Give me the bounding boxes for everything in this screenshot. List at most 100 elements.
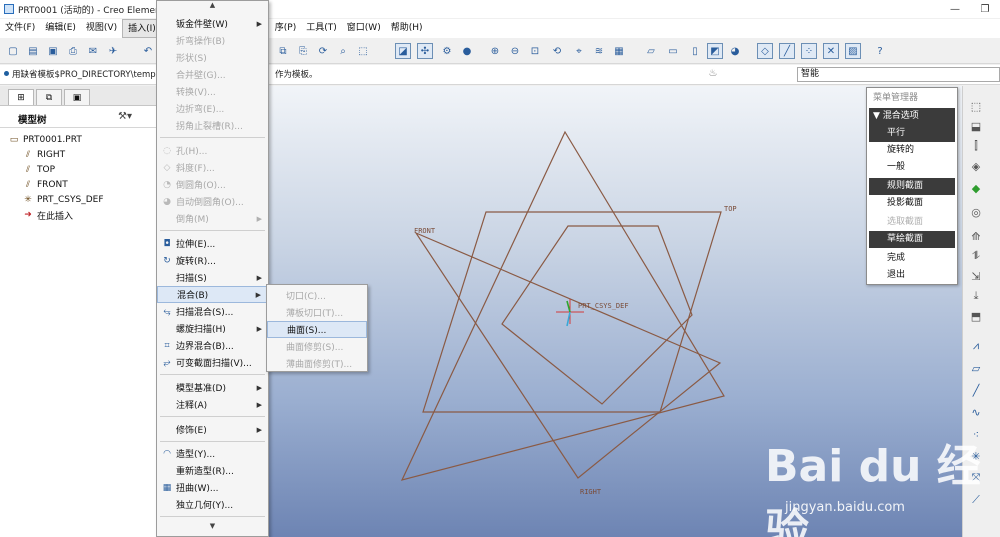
option-rotational[interactable]: 旋转的 [869,142,955,159]
annotation-display-icon[interactable]: ▨ [845,43,861,59]
tree-item-csys[interactable]: ✳ PRT_CSYS_DEF [22,193,103,207]
datum-axis-display-icon[interactable]: ╱ [779,43,795,59]
blend-options-header[interactable]: ▼ 混合选项 [869,108,955,125]
tree-item-insert-here[interactable]: ➜ 在此插入 [22,208,73,222]
option-quit[interactable]: 退出 [869,267,955,284]
sketch-icon[interactable]: ◪ [395,43,411,59]
menu-process[interactable]: 序(P) [270,19,301,38]
shell-tool-icon[interactable]: ⬓ [968,118,984,134]
send-icon[interactable]: ✈ [105,43,121,59]
trim-tool-icon[interactable]: ⤓ [968,288,984,304]
shaded-mode-icon[interactable]: ◩ [707,43,723,59]
sketch-tool-icon[interactable]: ⩘ [968,338,984,354]
menu-item-cosmetic[interactable]: 修饰(E) ▶ [157,421,268,438]
option-general[interactable]: 一般 [869,159,955,176]
tree-settings-icon[interactable]: ⚒▾ [118,111,132,122]
datum-point-display-icon[interactable]: ⁘ [801,43,817,59]
layers-icon[interactable]: ≋ [591,43,607,59]
tree-item-part[interactable]: ▭ PRT0001.PRT [8,133,82,147]
zoom-in-icon[interactable]: ⊕ [487,43,503,59]
selection-filter-select[interactable]: 智能 [797,67,1000,82]
option-parallel[interactable]: 平行 [869,125,955,142]
hidden-line-icon[interactable]: ▭ [665,43,681,59]
menu-scroll-down-icon[interactable]: ▼ [157,522,268,534]
round-tool-icon[interactable]: ◎ [968,204,984,220]
copy-icon[interactable]: ⧉ [275,43,291,59]
menu-item-bend: 折弯操作(B) [157,32,268,49]
regenerate-icon[interactable]: ⟳ [315,43,331,59]
menu-item-style[interactable]: ◠ 造型(Y)... [157,445,268,462]
datum-plane-display-icon[interactable]: ◇ [757,43,773,59]
menu-item-independent-geometry[interactable]: 独立几何(Y)... [157,496,268,513]
option-regular-section[interactable]: 规则截面 [869,178,955,195]
menu-tools[interactable]: 工具(T) [301,19,342,38]
minimize-button[interactable]: — [940,0,970,18]
tree-item-top[interactable]: ⫽ TOP [22,163,55,177]
tree-item-front[interactable]: ⫽ FRONT [22,178,68,192]
datum-curve-tool-icon[interactable]: ∿ [968,404,984,420]
csys-display-icon[interactable]: ✕ [823,43,839,59]
rib-tool-icon[interactable]: ⫿ [968,138,984,154]
enhanced-realism-icon[interactable]: ◕ [727,43,743,59]
datum-axis-tool-icon[interactable]: ╱ [968,382,984,398]
print-icon[interactable]: ⎙ [65,43,81,59]
menu-help[interactable]: 帮助(H) [386,19,428,38]
saved-views-icon[interactable]: ▦ [611,43,627,59]
menu-item-blend[interactable]: 混合(B) ▶ [157,286,268,303]
wireframe-icon[interactable]: ▱ [643,43,659,59]
submenu-item-surface[interactable]: 曲面(S)... [267,321,367,338]
option-done[interactable]: 完成 [869,250,955,267]
menu-item-restyle[interactable]: 重新造型(R)... [157,462,268,479]
option-projected-section[interactable]: 投影截面 [869,195,955,212]
menu-item-annotation[interactable]: 注释(A) ▶ [157,396,268,413]
tab-folder-browser[interactable]: ⧉ [36,89,62,105]
menu-item-extrude[interactable]: ◘ 拉伸(E)... [157,235,268,252]
tab-model-tree[interactable]: ⊞ [8,89,34,105]
zoom-out-icon[interactable]: ⊖ [507,43,523,59]
menu-item-helical-sweep[interactable]: 螺旋扫描(H) ▶ [157,320,268,337]
undo-icon[interactable]: ↶ [140,43,156,59]
menu-item-boundary-blend[interactable]: ⌗ 边界混合(B)... [157,337,268,354]
tab-favorites[interactable]: ▣ [64,89,90,105]
menu-item-variable-sweep[interactable]: ⥂ 可变截面扫描(V)... [157,354,268,371]
new-file-icon[interactable]: ▢ [5,43,21,59]
select-box-icon[interactable]: ⬚ [355,43,371,59]
find-icon[interactable]: ⌕ [335,43,351,59]
spin-center-icon[interactable]: ✣ [417,43,433,59]
menu-view[interactable]: 视图(V) [81,19,122,38]
menu-item-sweep[interactable]: 扫描(S) ▶ [157,269,268,286]
menu-edit[interactable]: 编辑(E) [40,19,81,38]
option-sketch-section[interactable]: 草绘截面 [869,231,955,248]
hole-tool-icon[interactable]: ⬚ [968,98,984,114]
orient-icon[interactable]: ⚙ [439,43,455,59]
menu-item-swept-blend[interactable]: ⥃ 扫描混合(S)... [157,303,268,320]
mirror-tool-icon[interactable]: ⥮ [968,248,984,264]
menu-item-round: ◔ 倒圆角(O)... [157,176,268,193]
menu-item-model-datum[interactable]: 模型基准(D) ▶ [157,379,268,396]
menu-file[interactable]: 文件(F) [0,19,40,38]
menu-scroll-up-icon[interactable]: ▲ [157,1,268,13]
extrude-tool-icon[interactable]: ◆ [968,180,984,196]
view-manager-icon[interactable]: ⌖ [571,43,587,59]
shading-icon[interactable]: ● [459,43,475,59]
paste-icon[interactable]: ⎘ [295,43,311,59]
menu-window[interactable]: 窗口(W) [342,19,386,38]
context-help-icon[interactable]: ? [872,43,888,59]
merge-tool-icon[interactable]: ⇲ [968,268,984,284]
menu-item-sheetmetal-wall[interactable]: 钣金件壁(W) ▶ [157,15,268,32]
open-folder-icon[interactable]: ▤ [25,43,41,59]
maximize-button[interactable]: ❐ [970,0,1000,18]
offset-tool-icon[interactable]: ⬒ [968,308,984,324]
draft-tool-icon[interactable]: ◈ [968,158,984,174]
tree-item-right[interactable]: ⫽ RIGHT [22,148,65,162]
menu-item-revolve[interactable]: ↻ 旋转(R)... [157,252,268,269]
menu-item-warp[interactable]: ▦ 扭曲(W)... [157,479,268,496]
save-icon[interactable]: ▣ [45,43,61,59]
datum-plane-tool-icon[interactable]: ▱ [968,360,984,376]
no-hidden-icon[interactable]: ▯ [687,43,703,59]
pattern-tool-icon[interactable]: ⟰ [968,228,984,244]
email-icon[interactable]: ✉ [85,43,101,59]
lightbulb-icon[interactable]: ♨ [708,68,718,81]
refit-icon[interactable]: ⊡ [527,43,543,59]
reorient-icon[interactable]: ⟲ [549,43,565,59]
